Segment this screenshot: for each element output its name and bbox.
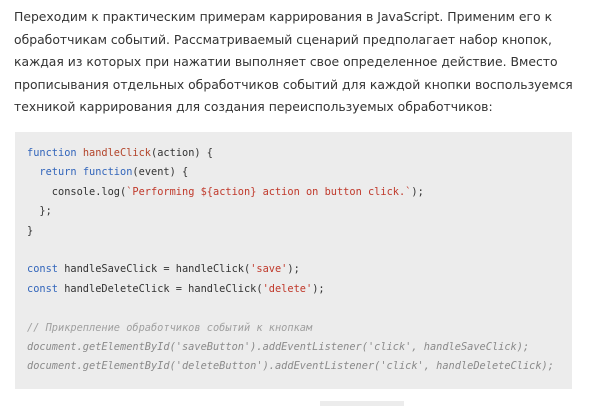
code-token: document.getElementById('deleteButton').… [27,360,554,373]
code-line: document.getElementById('deleteButton').… [27,357,554,376]
next-block-edge [320,401,404,406]
code-token: }; [27,205,52,218]
code-token: document.getElementById('saveButton').ad… [27,340,530,353]
code-token: } [27,224,34,237]
code-token: return [39,166,77,179]
code-token: (event) { [132,166,189,179]
code-token: function [27,147,77,159]
code-token: handleSaveClick = handleClick( [58,263,251,276]
code-block: function handleClick(action) { return fu… [15,132,572,389]
code-line: const handleDeleteClick = handleClick('d… [27,280,554,299]
paragraph-line: техникой каррирования для создания переи… [14,99,493,114]
code-token: const [27,282,58,295]
code-token: // Прикрепление обработчиков событий к к… [27,321,313,334]
code-line: }; [27,202,554,221]
code-token: (action) { [151,147,214,159]
paragraph-line: обработчикам событий. Рассматриваемый сц… [14,31,552,47]
article-page: Переходим к практическим примерам каррир… [0,0,594,406]
code-token: 'delete' [262,282,313,295]
paragraph-line: Переходим к практическим примерам каррир… [14,9,553,24]
code-token: handleClick [82,147,152,159]
intro-paragraph: Переходим к практическим примерам каррир… [14,6,584,119]
paragraph-line: прописывания отдельных обработчиков собы… [14,76,573,92]
code-line: } [27,222,554,241]
code-token: function [82,166,133,179]
code-token: ); [287,263,300,276]
code-token: handleDeleteClick = handleClick( [58,282,263,295]
code-line: // Прикрепление обработчиков событий к к… [27,319,554,338]
code-token: 'save' [250,263,288,276]
code-line: console.log(`Performing ${action} action… [27,183,554,202]
code-token: const [27,263,58,276]
code-line: const handleSaveClick = handleClick('sav… [27,260,554,279]
code-token: ); [312,282,325,295]
code-line: function handleClick(action) { [27,144,554,163]
code-line: document.getElementById('saveButton').ad… [27,338,554,357]
paragraph-line: каждая из которых при нажатии выполняет … [14,54,558,69]
code-listing: function handleClick(action) { return fu… [27,144,554,377]
code-token: console.log( [27,185,127,198]
code-token: `Performing ${action} action on button c… [126,185,412,198]
code-line: return function(event) { [27,163,554,182]
code-token: ); [411,185,424,198]
